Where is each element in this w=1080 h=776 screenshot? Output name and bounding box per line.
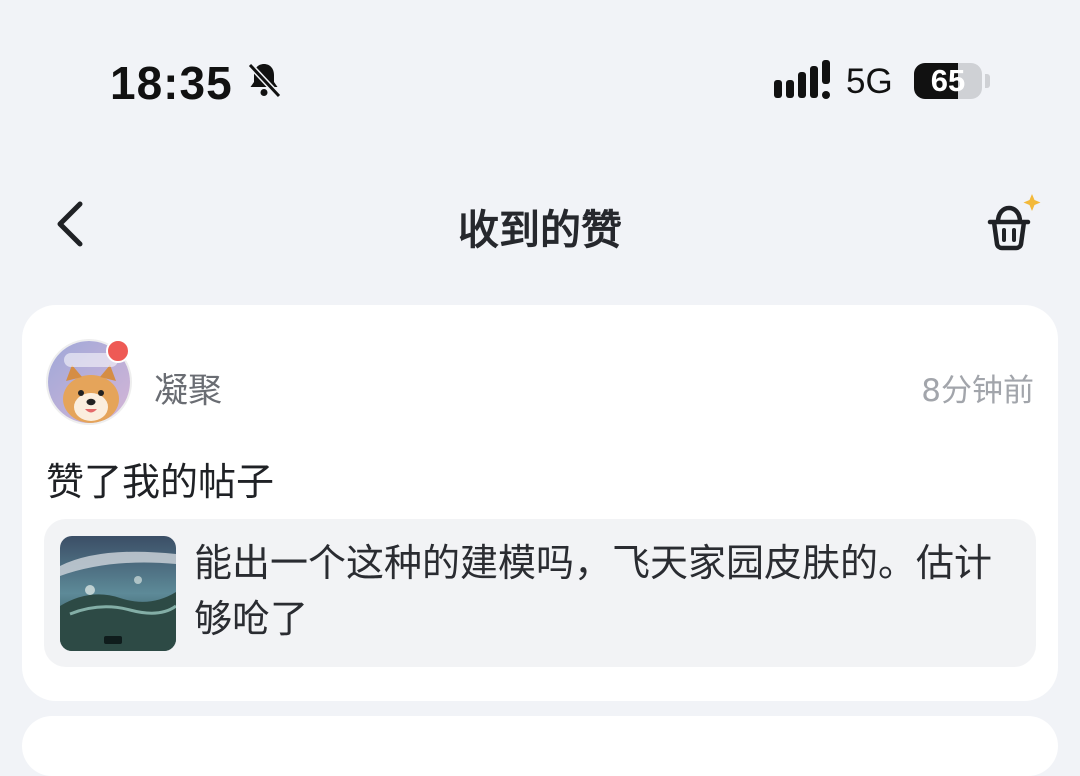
clear-basket-icon[interactable] [980,190,1046,256]
post-preview[interactable]: 能出一个这种的建模吗，飞天家园皮肤的。估计够呛了 [44,519,1036,667]
unread-dot [106,339,130,363]
notification-card[interactable]: 凝聚 8分钟前 赞了我的帖子 能出一个这种的建模吗，飞天家园皮肤的。估计够呛了 [22,305,1058,701]
post-text: 能出一个这种的建模吗，飞天家园皮肤的。估计够呛了 [194,541,993,641]
status-bar: 18:35 5G 65 [0,0,1080,160]
status-time: 18:35 [110,57,233,109]
username[interactable]: 凝聚 [154,363,222,412]
timestamp: 8分钟前 [921,373,1034,409]
post-thumbnail [60,536,176,651]
action-text: 赞了我的帖子 [46,460,275,504]
battery-tip [985,74,990,88]
network-type: 5G [846,62,893,101]
bell-muted-icon [247,62,282,99]
nav-bar: 收到的赞 [0,170,1080,280]
signal-icon [774,60,830,99]
battery-icon: 65 [914,63,982,99]
page-title: 收到的赞 [458,206,622,254]
notification-card-next[interactable] [22,716,1058,776]
battery-level: 65 [930,63,966,98]
